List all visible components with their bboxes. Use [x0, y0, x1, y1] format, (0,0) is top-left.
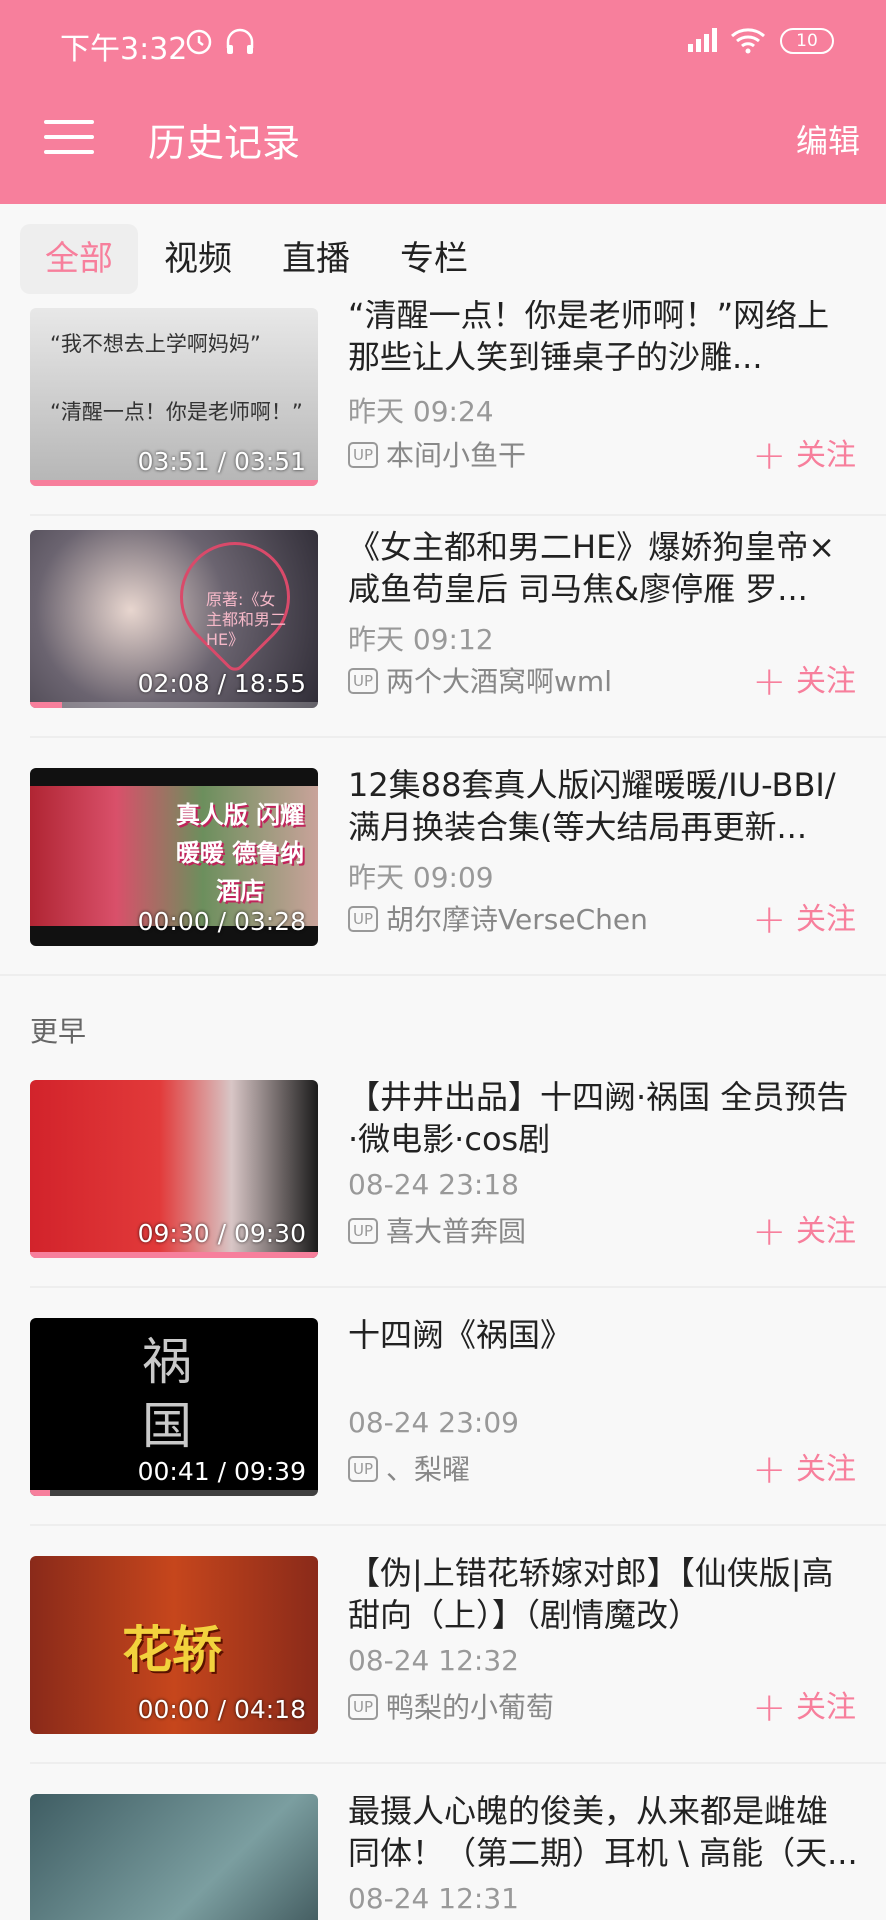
follow-button[interactable]: + 关注 — [752, 430, 856, 479]
duration-label: 09:30 / 09:30 — [137, 1219, 306, 1248]
status-bar: 下午3:32 10 — [0, 0, 886, 84]
history-item[interactable]: 最摄人心魄的俊美，从来都是雌雄同体！（第二期）耳机 \ 高能（天... 08-2… — [0, 1764, 886, 1920]
duration-label: 00:00 / 04:18 — [137, 1695, 306, 1724]
wifi-icon — [730, 26, 766, 58]
video-title[interactable]: 12集88套真人版闪耀暖暖/IU-BBI/满月换装合集(等大结局再更新... — [348, 764, 858, 848]
history-item[interactable]: 原著:《女主都和男二HE》 02:08 / 18:55 《女主都和男二HE》爆娇… — [0, 500, 886, 738]
battery-level: 10 — [796, 31, 818, 51]
video-title[interactable]: 最摄人心魄的俊美，从来都是雌雄同体！（第二期）耳机 \ 高能（天... — [348, 1790, 858, 1874]
history-item[interactable]: 真人版 闪耀暖暖 德鲁纳酒店 00:00 / 03:28 12集88套真人版闪耀… — [0, 738, 886, 976]
follow-button[interactable]: + 关注 — [752, 1206, 856, 1255]
video-thumbnail[interactable]: 09:30 / 09:30 — [30, 1080, 318, 1258]
uploader-name: 本间小鱼干 — [386, 439, 527, 472]
page-title: 历史记录 — [148, 121, 301, 165]
battery-icon: 10 — [780, 28, 834, 54]
tab-video[interactable]: 视频 — [148, 224, 248, 294]
plus-icon: + — [752, 433, 786, 479]
follow-button[interactable]: + 关注 — [752, 1682, 856, 1731]
video-title[interactable]: 十四阙《祸国》 — [348, 1314, 858, 1356]
watch-progress-bar — [30, 1252, 318, 1258]
duration-label: 02:08 / 18:55 — [137, 669, 306, 698]
menu-button[interactable] — [44, 120, 94, 160]
alarm-icon — [184, 26, 214, 60]
video-title[interactable]: 【伪|上错花轿嫁对郎】【仙侠版|高甜向（上）】（剧情魔改） — [348, 1552, 858, 1636]
watch-progress-bar — [30, 480, 318, 486]
thumbnail-caption: 花轿 — [122, 1621, 222, 1679]
uploader[interactable]: UP 两个大酒窝啊wml — [348, 660, 612, 700]
watch-date: 昨天 09:12 — [348, 623, 494, 656]
plus-icon: + — [752, 1685, 786, 1731]
video-thumbnail[interactable]: 真人版 闪耀暖暖 德鲁纳酒店 00:00 / 03:28 — [30, 768, 318, 946]
follow-button[interactable]: + 关注 — [752, 656, 856, 705]
video-title[interactable]: 【井井出品】十四阙·祸国 全员预告·微电影·cos剧 — [348, 1076, 858, 1160]
app-bar: 历史记录 编辑 — [0, 84, 886, 204]
video-thumbnail[interactable]: 花轿 00:00 / 04:18 — [30, 1556, 318, 1734]
uploader-name: 胡尔摩诗VerseChen — [386, 903, 648, 936]
headphones-icon — [224, 26, 256, 60]
history-item[interactable]: 祸国 00:41 / 09:39 十四阙《祸国》 08-24 23:09 UP 、… — [0, 1288, 886, 1526]
history-item[interactable]: 花轿 00:00 / 04:18 【伪|上错花轿嫁对郎】【仙侠版|高甜向（上）】… — [0, 1526, 886, 1764]
edit-button[interactable]: 编辑 — [796, 116, 860, 162]
plus-icon: + — [752, 897, 786, 943]
uploader[interactable]: UP 胡尔摩诗VerseChen — [348, 898, 648, 938]
up-badge: UP — [348, 1694, 379, 1720]
header: 下午3:32 10 历史记录 编辑 — [0, 0, 886, 204]
thumbnail-caption: “清醒一点！你是老师啊！” — [50, 400, 303, 424]
history-item[interactable]: 09:30 / 09:30 【井井出品】十四阙·祸国 全员预告·微电影·cos剧… — [0, 1050, 886, 1288]
uploader[interactable]: UP 本间小鱼干 — [348, 434, 526, 474]
thumbnail-calligraphy: 祸国 — [142, 1333, 192, 1455]
watch-date: 08-24 12:32 — [348, 1644, 519, 1677]
watch-date: 08-24 23:09 — [348, 1406, 519, 1439]
duration-label: 00:41 / 09:39 — [137, 1457, 306, 1486]
history-item[interactable]: “我不想去上学啊妈妈” “清醒一点！你是老师啊！” 03:51 / 03:51 … — [0, 278, 886, 516]
watch-date: 08-24 23:18 — [348, 1168, 519, 1201]
status-time: 下午3:32 — [60, 32, 188, 67]
video-title[interactable]: 《女主都和男二HE》爆娇狗皇帝×咸鱼苟皇后 司马焦&廖停雁 罗... — [348, 526, 858, 610]
up-badge: UP — [348, 442, 379, 468]
watch-progress-bar — [30, 702, 62, 708]
up-badge: UP — [348, 906, 379, 932]
duration-label: 03:51 / 03:51 — [137, 447, 306, 476]
video-thumbnail[interactable]: 原著:《女主都和男二HE》 02:08 / 18:55 — [30, 530, 318, 708]
watch-date: 昨天 09:09 — [348, 861, 494, 894]
video-thumbnail[interactable]: “我不想去上学啊妈妈” “清醒一点！你是老师啊！” 03:51 / 03:51 — [30, 308, 318, 486]
follow-button[interactable]: + 关注 — [752, 894, 856, 943]
thumbnail-caption: 真人版 闪耀暖暖 德鲁纳酒店 — [175, 801, 305, 905]
uploader-name: 两个大酒窝啊wml — [386, 665, 612, 698]
divider — [0, 974, 886, 976]
up-badge: UP — [348, 1456, 379, 1482]
plus-icon: + — [752, 659, 786, 705]
duration-label: 00:00 / 03:28 — [137, 907, 306, 936]
thumbnail-caption: “我不想去上学啊妈妈” — [50, 332, 261, 356]
up-badge: UP — [348, 668, 379, 694]
video-thumbnail[interactable] — [30, 1794, 318, 1920]
watch-date: 08-24 12:31 — [348, 1882, 519, 1915]
uploader-name: 鸭梨的小葡萄 — [386, 1691, 555, 1724]
follow-button[interactable]: + 关注 — [752, 1444, 856, 1493]
tab-column[interactable]: 专栏 — [384, 224, 484, 294]
uploader-name: 、梨曜 — [386, 1453, 471, 1486]
uploader[interactable]: UP 、梨曜 — [348, 1448, 470, 1488]
plus-icon: + — [752, 1447, 786, 1493]
filter-tabs: 全部 视频 直播 专栏 — [0, 204, 886, 300]
video-title[interactable]: “清醒一点！你是老师啊！”网络上那些让人笑到锤桌子的沙雕... — [348, 294, 858, 378]
thumbnail-caption: 原著:《女主都和男二HE》 — [206, 590, 287, 649]
tab-all[interactable]: 全部 — [20, 224, 138, 294]
plus-icon: + — [752, 1209, 786, 1255]
watch-progress-bar — [30, 1490, 51, 1496]
uploader[interactable]: UP 鸭梨的小葡萄 — [348, 1686, 554, 1726]
section-header-earlier: 更早 — [30, 1015, 87, 1048]
video-thumbnail[interactable]: 祸国 00:41 / 09:39 — [30, 1318, 318, 1496]
watch-date: 昨天 09:24 — [348, 395, 494, 428]
up-badge: UP — [348, 1218, 379, 1244]
uploader[interactable]: UP 喜大普奔圆 — [348, 1210, 526, 1250]
tab-live[interactable]: 直播 — [266, 224, 366, 294]
signal-icon — [686, 26, 720, 58]
uploader-name: 喜大普奔圆 — [386, 1215, 527, 1248]
